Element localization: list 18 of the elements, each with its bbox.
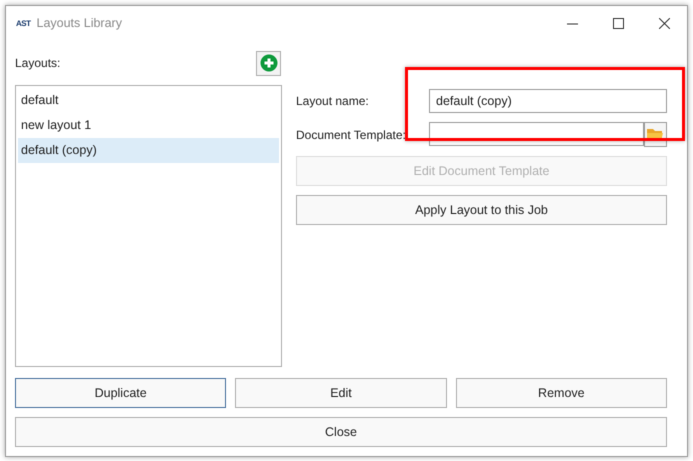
list-item[interactable]: default (copy) bbox=[18, 138, 279, 163]
layout-name-label: Layout name: bbox=[296, 94, 369, 108]
maximize-icon[interactable] bbox=[612, 18, 624, 28]
app-logo: AST bbox=[16, 18, 30, 28]
plus-icon bbox=[260, 54, 278, 72]
list-item[interactable]: new layout 1 bbox=[18, 113, 279, 138]
action-button[interactable]: Duplicate bbox=[15, 378, 226, 408]
close-button[interactable]: Close bbox=[15, 417, 667, 447]
close-icon[interactable] bbox=[658, 18, 670, 28]
layout-name-field[interactable]: default (copy) bbox=[429, 89, 667, 113]
action-button[interactable]: Edit bbox=[235, 378, 447, 408]
list-item[interactable]: default bbox=[18, 88, 279, 113]
document-template-label: Document Template: bbox=[296, 128, 406, 142]
apply-layout-button[interactable]: Apply Layout to this Job bbox=[296, 195, 667, 225]
add-button[interactable] bbox=[256, 50, 281, 76]
action-button[interactable]: Remove bbox=[456, 378, 667, 408]
layouts-label: Layouts: bbox=[15, 56, 60, 70]
window-title: Layouts Library bbox=[36, 16, 123, 30]
